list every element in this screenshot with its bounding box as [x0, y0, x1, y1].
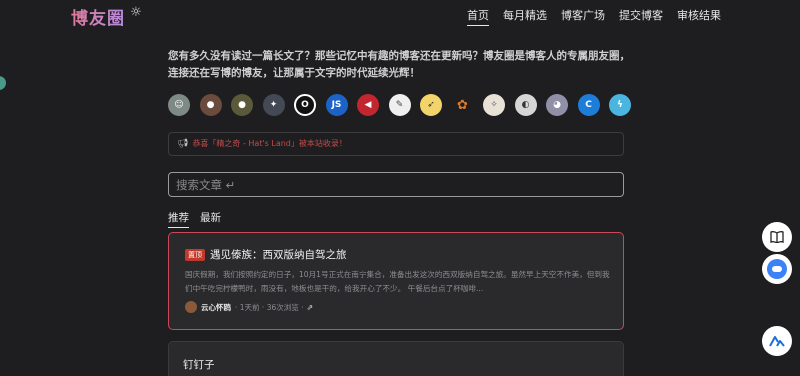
side-indicator[interactable] — [0, 76, 6, 90]
article-title-text: 遇见傣族：西双版纳自驾之旅 — [210, 249, 347, 261]
js-avatar-icon[interactable]: JS — [325, 94, 348, 116]
author-name[interactable]: 云心怀鸥 — [201, 302, 231, 313]
cat-avatar-icon[interactable]: ◐ — [514, 94, 537, 116]
article-card[interactable]: 钉钉子 — [168, 341, 624, 376]
lightning-avatar-icon[interactable]: ϟ — [609, 94, 631, 116]
author-avatar[interactable] — [185, 301, 197, 313]
fox-avatar-icon[interactable]: ✿ — [451, 94, 474, 116]
nav-home[interactable]: 首页 — [467, 7, 489, 26]
pinned-badge: 置顶 — [185, 248, 205, 261]
nav-monthly-picks[interactable]: 每月精选 — [503, 7, 547, 26]
tab-recommended[interactable]: 推荐 — [168, 210, 189, 228]
main-nav: 首页 每月精选 博客广场 提交博客 审核结果 — [467, 7, 721, 26]
external-link-icon[interactable]: ⇗ — [307, 303, 314, 312]
site-logo[interactable]: 博友圈 — [71, 4, 125, 29]
anime-avatar-icon[interactable]: ◕ — [546, 94, 568, 116]
c-avatar-icon[interactable]: C — [577, 94, 600, 116]
article-stats: · 1天前 · 36次浏览 · — [235, 302, 304, 312]
arrow-avatar-icon[interactable]: ◀ — [357, 94, 379, 116]
announcement-text: 恭喜「精之奇 - Hat's Land」被本站收录！ — [192, 139, 347, 148]
sun-icon[interactable]: ☼ — [128, 5, 144, 21]
logo-mark-icon[interactable] — [762, 326, 792, 356]
article-title[interactable]: 置顶 遇见傣族：西双版纳自驾之旅 — [185, 247, 347, 262]
article-excerpt: 国庆假期，我们按照约定的日子，10月1号正式在南宁集合，准备出发这次的西双版纳自… — [185, 270, 610, 293]
top-header: 博友圈 ☼ 首页 每月精选 博客广场 提交博客 审核结果 — [0, 0, 800, 30]
article-card[interactable]: 置顶 遇见傣族：西双版纳自驾之旅 国庆假期，我们按照约定的日子，10月1号正式在… — [168, 232, 624, 330]
article-meta: 云心怀鸥 · 1天前 · 36次浏览 · ⇗ — [185, 301, 313, 313]
feed-tabs: 推荐 最新 — [168, 210, 221, 228]
tab-latest[interactable]: 最新 — [200, 210, 221, 228]
nav-review-results[interactable]: 审核结果 — [677, 7, 721, 26]
nav-submit-blog[interactable]: 提交博客 — [619, 7, 663, 26]
site-intro: 您有多久没有读过一篇长文了？那些记忆中有趣的博客还在更新吗？博友圈是博客人的专属… — [168, 50, 630, 79]
bird-avatar-icon[interactable]: ➶ — [420, 94, 442, 116]
person-avatar-icon[interactable]: ● — [231, 94, 253, 116]
deer-avatar-icon[interactable]: ✧ — [483, 94, 505, 116]
sketch-avatar-icon[interactable]: ✎ — [388, 94, 411, 116]
chat-bot-icon[interactable] — [762, 254, 792, 284]
cartoon-avatar-icon[interactable]: ✦ — [262, 94, 285, 116]
search-input[interactable] — [168, 172, 624, 197]
announcement-bar[interactable]: 📢︎ 恭喜「精之奇 - Hat's Land」被本站收录！ — [168, 132, 624, 156]
megaphone-icon: 📢︎ — [177, 139, 189, 149]
ring-avatar-icon[interactable]: O — [294, 94, 316, 116]
person-avatar-icon[interactable]: ● — [199, 94, 222, 116]
article-title[interactable]: 钉钉子 — [183, 357, 215, 372]
nav-blog-plaza[interactable]: 博客广场 — [561, 7, 605, 26]
robot-avatar-icon[interactable]: ☺ — [168, 94, 190, 116]
book-icon[interactable] — [762, 222, 792, 252]
blogger-avatar-row: ☺ ● ● ✦ O JS ◀ ✎ ➶ ✿ ✧ ◐ ◕ C ϟ — [168, 94, 631, 116]
